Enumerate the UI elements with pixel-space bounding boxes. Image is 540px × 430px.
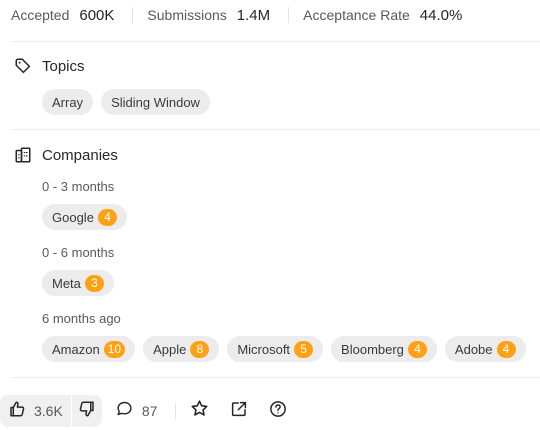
stat-accepted: Accepted 600K	[11, 7, 114, 24]
help-icon	[269, 400, 287, 423]
vote-group: 3.6K	[0, 395, 102, 427]
topics-header[interactable]: Topics	[14, 57, 85, 75]
building-icon	[14, 146, 32, 164]
count-badge: 5	[294, 340, 314, 358]
stat-submissions: Submissions 1.4M	[147, 7, 270, 24]
count-badge: 3	[84, 274, 104, 292]
period-label: 0 - 6 months	[42, 245, 115, 260]
topic-tag[interactable]: Array	[42, 89, 94, 115]
company-name: Apple	[153, 341, 187, 357]
count-badge: 4	[97, 208, 117, 226]
divider	[12, 129, 540, 130]
tag-icon	[14, 57, 32, 75]
stat-label: Acceptance Rate	[303, 6, 410, 23]
stat-value: 1.4M	[236, 6, 271, 24]
count-badge: 4	[407, 340, 427, 358]
topic-tag[interactable]: Sliding Window	[101, 89, 210, 115]
star-icon	[190, 399, 209, 423]
company-tag[interactable]: Amazon 10	[42, 336, 136, 362]
dislike-button[interactable]	[72, 395, 102, 427]
company-name: Google	[52, 209, 94, 225]
company-tags: Google 4	[42, 204, 127, 230]
company-tags: Amazon 10 Apple 8 Microsoft 5 Bloomberg …	[42, 336, 526, 362]
thumbs-down-icon	[78, 400, 96, 423]
company-name: Adobe	[454, 341, 493, 357]
company-tag[interactable]: Apple 8	[143, 336, 220, 362]
stats-bar: Accepted 600K Submissions 1.4M Acceptanc…	[11, 5, 462, 25]
company-tag[interactable]: Google 4	[42, 204, 127, 230]
divider	[12, 41, 540, 42]
comments-button[interactable]: 87	[116, 400, 158, 422]
action-bar: 3.6K 87	[0, 395, 287, 427]
count-badge: 10	[103, 340, 126, 358]
company-tags: Meta 3	[42, 270, 114, 296]
stat-value: 600K	[79, 6, 115, 24]
period-label: 6 months ago	[42, 311, 121, 326]
company-name: Amazon	[52, 341, 100, 357]
stat-label: Accepted	[11, 6, 70, 23]
divider	[288, 7, 290, 23]
stat-label: Submissions	[147, 6, 227, 23]
comment-icon	[116, 400, 133, 422]
period-label: 0 - 3 months	[42, 179, 115, 194]
help-button[interactable]	[269, 400, 287, 423]
share-icon	[230, 400, 248, 423]
company-name: Bloomberg	[341, 341, 404, 357]
stat-acceptance-rate: Acceptance Rate 44.0%	[303, 7, 462, 24]
stat-value: 44.0%	[419, 6, 463, 24]
company-tag[interactable]: Meta 3	[42, 270, 114, 296]
like-count: 3.6K	[34, 403, 63, 419]
topic-tags: Array Sliding Window	[42, 89, 210, 115]
company-name: Meta	[52, 275, 81, 291]
divider	[12, 377, 540, 378]
favorite-button[interactable]	[190, 399, 209, 423]
share-button[interactable]	[230, 400, 248, 423]
section-title: Topics	[42, 57, 85, 75]
company-name: Microsoft	[237, 341, 291, 357]
companies-header[interactable]: Companies	[14, 146, 118, 164]
company-tag[interactable]: Microsoft 5	[227, 336, 324, 362]
divider	[175, 403, 177, 419]
divider	[132, 7, 134, 23]
count-badge: 8	[190, 340, 210, 358]
section-title: Companies	[42, 146, 118, 164]
like-button[interactable]: 3.6K	[0, 395, 71, 427]
count-badge: 4	[496, 340, 516, 358]
thumbs-up-icon	[8, 400, 26, 423]
comment-count: 87	[141, 403, 158, 419]
company-tag[interactable]: Adobe 4	[444, 336, 526, 362]
company-tag[interactable]: Bloomberg 4	[331, 336, 437, 362]
